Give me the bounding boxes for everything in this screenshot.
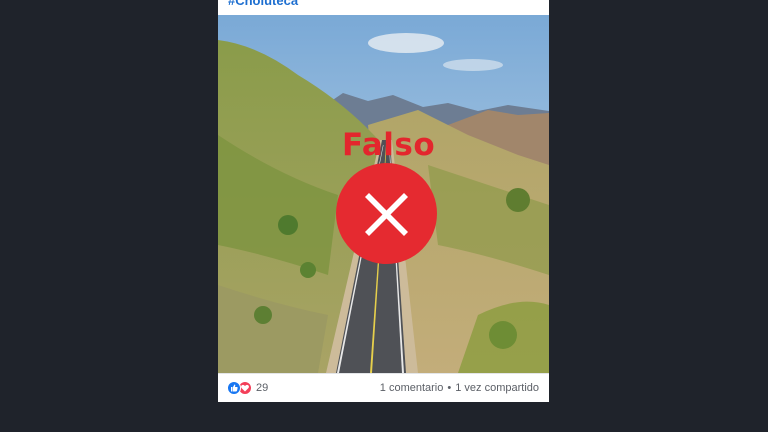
post-stats: 1 comentario • 1 vez compartido: [380, 382, 539, 394]
x-mark-icon: [336, 163, 437, 264]
facebook-post: #Choluteca Falso 29 1 comentario • 1 vez…: [218, 0, 549, 402]
stats-separator: •: [447, 382, 452, 394]
post-image[interactable]: Falso: [218, 15, 549, 373]
post-footer: 29 1 comentario • 1 vez compartido: [218, 373, 549, 402]
comments-link[interactable]: 1 comentario: [380, 382, 444, 394]
shares-link[interactable]: 1 vez compartido: [455, 382, 539, 394]
hashtag-link[interactable]: #Choluteca: [228, 0, 298, 8]
verdict-label: Falso: [342, 127, 436, 163]
reaction-count: 29: [256, 382, 269, 394]
reactions-summary[interactable]: 29: [227, 381, 268, 395]
like-icon: [227, 381, 241, 395]
